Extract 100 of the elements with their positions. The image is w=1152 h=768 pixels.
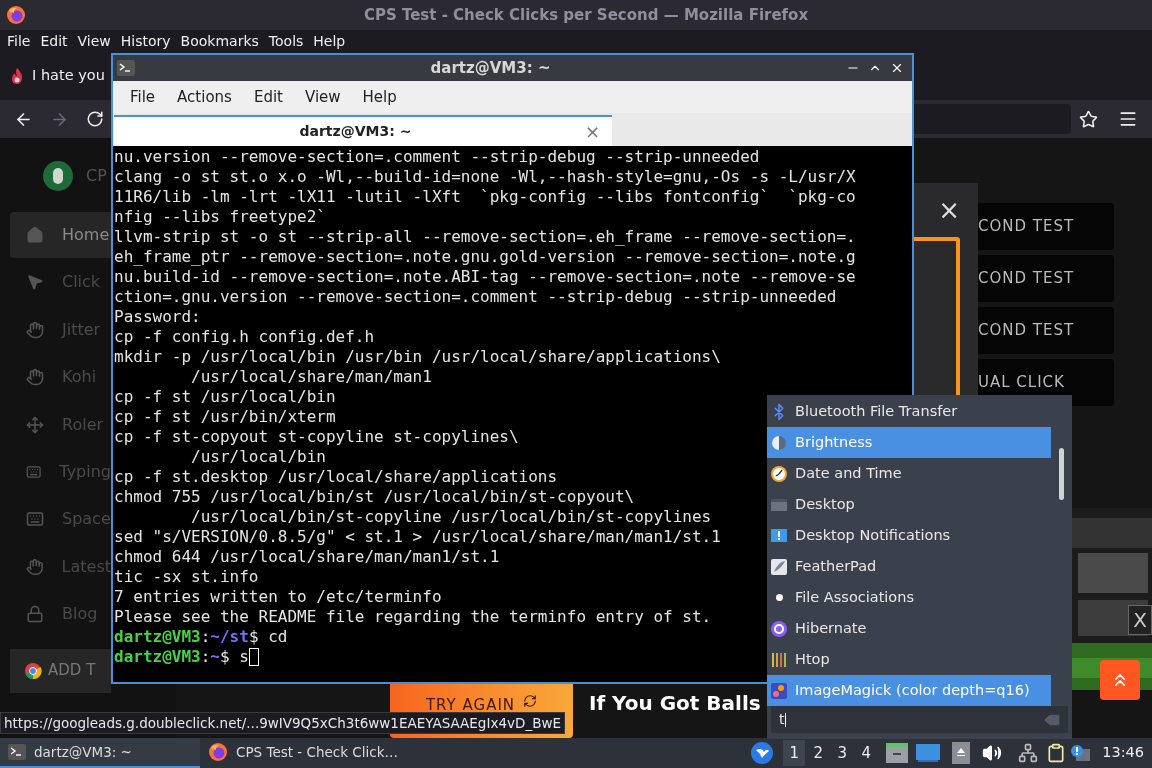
terminal-line: cp -f st /usr/local/bin [114,387,336,406]
reload-icon[interactable] [86,110,104,128]
lock-icon [26,605,44,624]
menu-item[interactable]: Actions [168,85,241,109]
menu-item[interactable]: Hibernate [767,613,1051,644]
terminal-line: llvm-strip st -o st --strip-all --remove-section=.eh_frame --remove-section=. [114,227,856,246]
firefox-icon [208,742,228,762]
menu-item[interactable]: View [295,85,350,109]
chrome-icon [24,661,42,680]
site-logo-text: CP [86,165,107,187]
menu-item[interactable]: Edit [35,30,73,52]
menu-icon[interactable] [1118,109,1138,129]
workspace-button[interactable]: 1 [783,740,806,766]
menu-item[interactable]: Help [308,30,351,52]
browser-tab[interactable]: I hate you [0,56,111,96]
workspace-button[interactable]: 3 [831,740,854,766]
menu-item[interactable]: Help [353,85,406,109]
menu-item[interactable]: FeatherPad [767,551,1051,582]
htop-icon [770,650,788,669]
terminal-line: /usr/local/share/man/man1 [190,367,432,386]
taskbar-task[interactable]: CPS Test - Check Click… [200,738,400,768]
hand-icon [26,320,44,339]
ad-close[interactable]: X [1128,605,1152,635]
terminal-line: cp -f st-copyout st-copyline st-copylines\ [114,427,519,446]
clock-icon [770,464,788,483]
prompt-line: dartz@VM3:~/st$ cd [114,627,288,647]
home-icon [26,226,44,244]
close-icon[interactable] [890,61,904,75]
menu-item[interactable]: File Associations [767,582,1051,613]
menu-item[interactable]: Desktop Notifications [767,520,1051,551]
scrollbar-thumb[interactable] [1059,448,1064,500]
power-icon [770,619,788,638]
test-link[interactable]: COND TEST [978,307,1114,354]
test-link[interactable]: COND TEST [978,255,1114,302]
menu-item[interactable]: File [2,30,36,52]
hand-icon [26,368,44,387]
terminal-tab[interactable]: dartz@VM3: ~ × [114,115,612,146]
search-field[interactable]: t [771,706,1068,733]
menu-item[interactable]: File [121,85,165,109]
terminal-line: eh_frame_ptr --remove-section=.note.gnu.gold-version --remove-section=.note.g [114,247,856,266]
test-link[interactable]: COND TEST [978,203,1114,250]
terminal-line: Password: [114,307,201,326]
volume-icon[interactable] [982,743,1003,763]
refresh-icon [523,694,538,708]
window-title: CPS Test - Check Clicks per Second — Mozilla Firefox [362,4,810,26]
terminal-line: tic -sx st.info [114,567,259,586]
desktop-icon[interactable] [916,744,941,762]
bird-icon[interactable] [750,741,775,765]
terminal-line: nu.version --remove-section=.comment --strip-debug --strip-unneeded [114,147,760,166]
menu-item[interactable]: Tools [263,30,309,52]
terminal-line: sed "s/VERSION/0.8.5/g" < st.1 > /usr/local/share/man/man1/st.1 [114,527,721,546]
bookmark-star-icon[interactable] [1079,109,1098,129]
terminal-icon [8,744,26,760]
network-icon[interactable] [1018,743,1039,763]
headline: If You Got Balls [589,690,761,717]
hand-icon [26,557,44,576]
taskbar-task[interactable]: dartz@VM3: ~ [0,738,200,768]
sidebar-item[interactable]: Home [10,212,111,258]
terminal-line: ction=.gnu.version --remove-section=.comment --strip-debug --strip-unneeded [114,287,837,306]
move-icon [26,415,44,434]
flame-icon [10,67,24,85]
keyboard-icon [26,510,44,529]
terminal-line: nfig --libs freetype2` [114,207,326,226]
terminal-line: cp -f st /usr/bin/xterm [114,407,336,426]
terminal-icon [117,60,135,76]
terminal-line: clang -o st st.o x.o -Wl,--build-id=none -Wl,--hash-style=gnu,-Os -s -L/usr/X [114,167,856,186]
menu-item[interactable]: Bookmarks [175,30,264,52]
brightness-icon [770,433,788,452]
workspace-button[interactable]: 4 [855,740,878,766]
tab-close[interactable]: × [584,122,600,141]
terminal-line: 7 entries written to /etc/terminfo [114,587,442,606]
wizard-icon [770,681,788,700]
terminal-line: chmod 755 /usr/local/bin/st /usr/local/bin/st-copyout\ [114,487,635,506]
menu-item[interactable]: History [115,30,176,52]
terminal-line: mkdir -p /usr/local/bin /usr/bin /usr/local/share/applications\ [114,347,721,366]
dot-icon [775,594,783,601]
window-title: dartz@VM3: ~ [429,57,552,79]
prompt-line: dartz@VM3:~$ s [114,647,249,667]
pointer-icon [26,273,44,292]
terminal-line: nu.build-id --remove-section=.note.ABI-tag --remove-section=.note --remove-se [114,267,856,286]
modal-close[interactable]: × [938,197,960,223]
clock[interactable]: 13:46 [1102,742,1144,764]
feather-icon [770,557,788,576]
menu-item[interactable]: Edit [244,85,292,109]
terminal-line: /usr/local/bin [190,447,326,466]
file-manager-icon[interactable] [886,743,909,763]
notification-icon[interactable] [1070,744,1091,762]
firefox-icon [6,5,26,25]
menu-item[interactable]: Htop [767,644,1051,675]
menu-item[interactable]: Date and Time [767,458,1051,489]
workspace-button[interactable]: 2 [807,740,830,766]
url-field[interactable] [911,104,1071,134]
eject-icon[interactable] [952,742,971,764]
link-tooltip: https://googleads.g.doubleclick.net/...9wIV9Q5xCh3t6ww1EAEYASAAEgIx4vD_BwE [0,712,565,734]
terminal-line: cp -f config.h config.def.h [114,327,375,346]
notification-icon [770,526,788,545]
menu-item[interactable]: Desktop [767,489,1051,520]
clipboard-icon[interactable] [1046,743,1067,763]
menu-item[interactable]: View [72,30,116,52]
mouse-logo-icon [42,160,74,192]
